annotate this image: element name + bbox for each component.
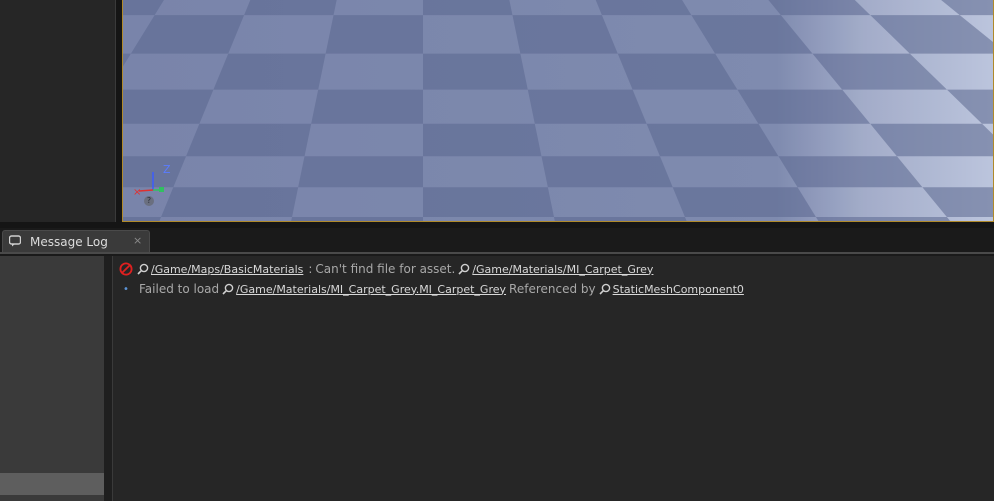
axis-gizmo: × Z ? [129,160,179,212]
left-panel [0,0,116,222]
log-category-item-selected[interactable] [0,473,104,495]
tab-strip: Message Log × [0,228,994,252]
gizmo-z-label: Z [163,163,171,176]
find-in-content-browser-icon[interactable] [458,263,470,275]
message-log-list: /Game/Maps/BasicMaterials : Can't find f… [112,256,994,501]
tab-underline [0,252,994,254]
log-category-list [0,256,104,501]
log-middle: Referenced by [509,282,596,296]
level-viewport[interactable]: × Z ? [122,0,994,222]
svg-text:×: × [133,187,141,198]
log-row-info: • Failed to load /Game/Materials/MI_Carp… [113,280,744,298]
error-icon [119,262,133,276]
asset-link[interactable]: /Game/Materials/MI_Carpet_Grey.MI_Carpet… [236,283,506,296]
help-icon[interactable]: ? [144,196,154,206]
separator: : [308,262,313,276]
find-in-content-browser-icon[interactable] [137,263,149,275]
log-prefix: Failed to load [139,282,220,296]
checker-floor [123,0,993,221]
log-row-error: /Game/Maps/BasicMaterials : Can't find f… [113,260,653,278]
close-icon[interactable]: × [133,234,142,247]
asset-link[interactable]: /Game/Materials/MI_Carpet_Grey [472,263,653,276]
tab-label: Message Log [30,235,108,249]
tab-message-log[interactable]: Message Log × [2,230,150,252]
asset-link[interactable]: /Game/Maps/BasicMaterials [151,263,303,276]
log-message: Can't find file for asset. [315,262,456,276]
bullet-icon: • [123,283,129,295]
message-log-icon [9,235,21,247]
find-in-content-browser-icon[interactable] [222,283,234,295]
log-splitter[interactable] [104,256,112,501]
find-in-content-browser-icon[interactable] [599,283,611,295]
component-link[interactable]: StaticMeshComponent0 [613,283,744,296]
